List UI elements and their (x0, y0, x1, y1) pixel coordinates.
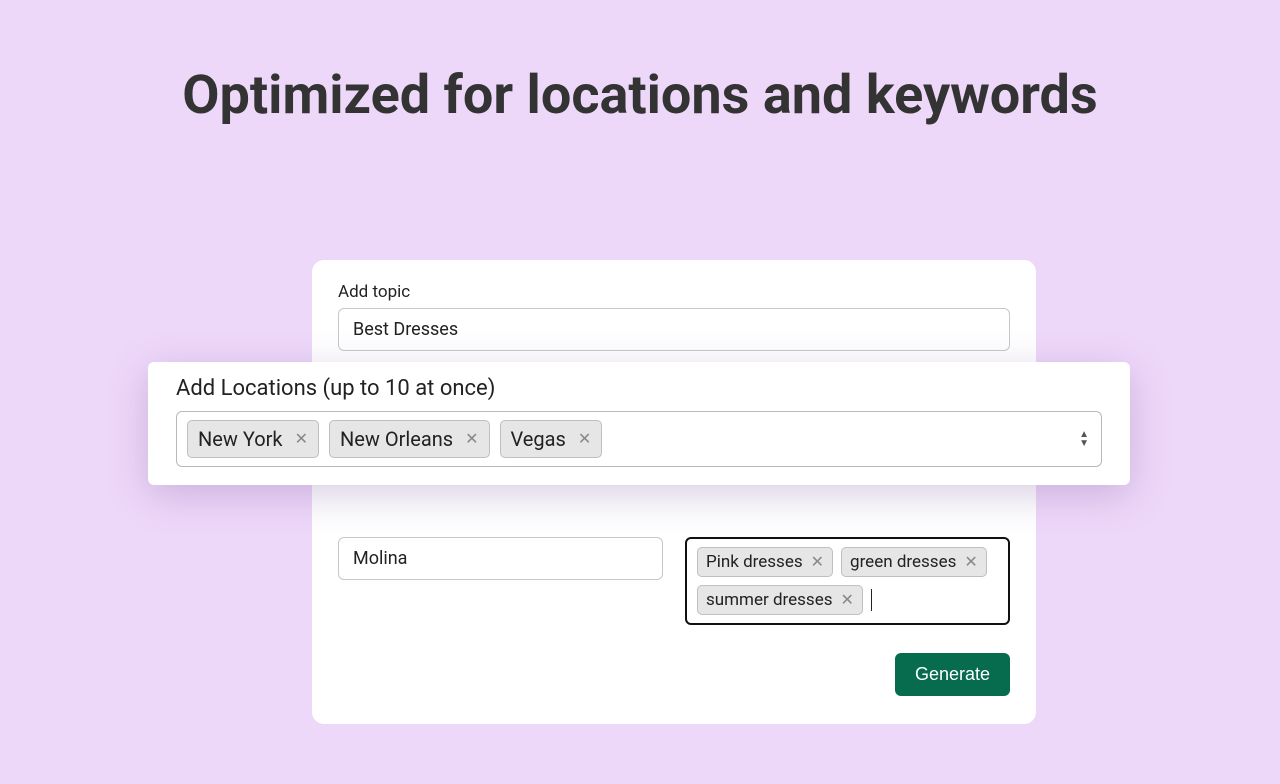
location-tag-label: New York (198, 427, 283, 451)
close-icon[interactable]: ✕ (841, 592, 854, 608)
location-tag-label: Vegas (511, 427, 566, 451)
location-tag-label: New Orleans (340, 427, 453, 451)
locations-label: Add Locations (up to 10 at once) (176, 376, 1102, 401)
form-card: Add topic Best Dresses Your store or bra… (312, 260, 1036, 724)
brand-column: Your store or brand name Molina (338, 511, 663, 580)
topic-input[interactable]: Best Dresses (338, 308, 1010, 351)
locations-panel: Add Locations (up to 10 at once) New Yor… (148, 362, 1130, 485)
keyword-tag-label: green dresses (850, 552, 956, 572)
close-icon[interactable]: ✕ (964, 554, 977, 570)
keyword-tag[interactable]: summer dresses ✕ (697, 585, 863, 615)
close-icon[interactable]: ✕ (578, 431, 591, 447)
page-title: Optimized for locations and keywords (0, 64, 1280, 127)
locations-input[interactable]: New York ✕ New Orleans ✕ Vegas ✕ ▲ ▼ (176, 411, 1102, 467)
sort-icon[interactable]: ▲ ▼ (1079, 430, 1089, 448)
generate-button[interactable]: Generate (895, 653, 1010, 696)
close-icon[interactable]: ✕ (295, 431, 308, 447)
topic-section: Add topic Best Dresses (338, 282, 1010, 351)
location-tag[interactable]: New Orleans ✕ (329, 420, 490, 458)
chevron-down-icon: ▼ (1079, 439, 1089, 448)
location-tag[interactable]: Vegas ✕ (500, 420, 603, 458)
location-tag[interactable]: New York ✕ (187, 420, 319, 458)
keywords-label: Add keywords (Optional) (685, 511, 1010, 531)
keywords-input[interactable]: Pink dresses ✕ green dresses ✕ summer dr… (685, 537, 1010, 625)
keyword-tag-label: Pink dresses (706, 552, 803, 572)
brand-label: Your store or brand name (338, 511, 663, 531)
keyword-tag[interactable]: Pink dresses ✕ (697, 547, 833, 577)
keywords-column: Add keywords (Optional) Pink dresses ✕ g… (685, 511, 1010, 625)
close-icon[interactable]: ✕ (465, 431, 478, 447)
keyword-tag-label: summer dresses (706, 590, 833, 610)
topic-label: Add topic (338, 282, 1010, 302)
generate-row: Generate (338, 653, 1010, 696)
close-icon[interactable]: ✕ (811, 554, 824, 570)
text-cursor-icon (871, 589, 872, 611)
row-brand-keywords: Your store or brand name Molina Add keyw… (338, 511, 1010, 625)
brand-input[interactable]: Molina (338, 537, 663, 580)
keyword-tag[interactable]: green dresses ✕ (841, 547, 987, 577)
